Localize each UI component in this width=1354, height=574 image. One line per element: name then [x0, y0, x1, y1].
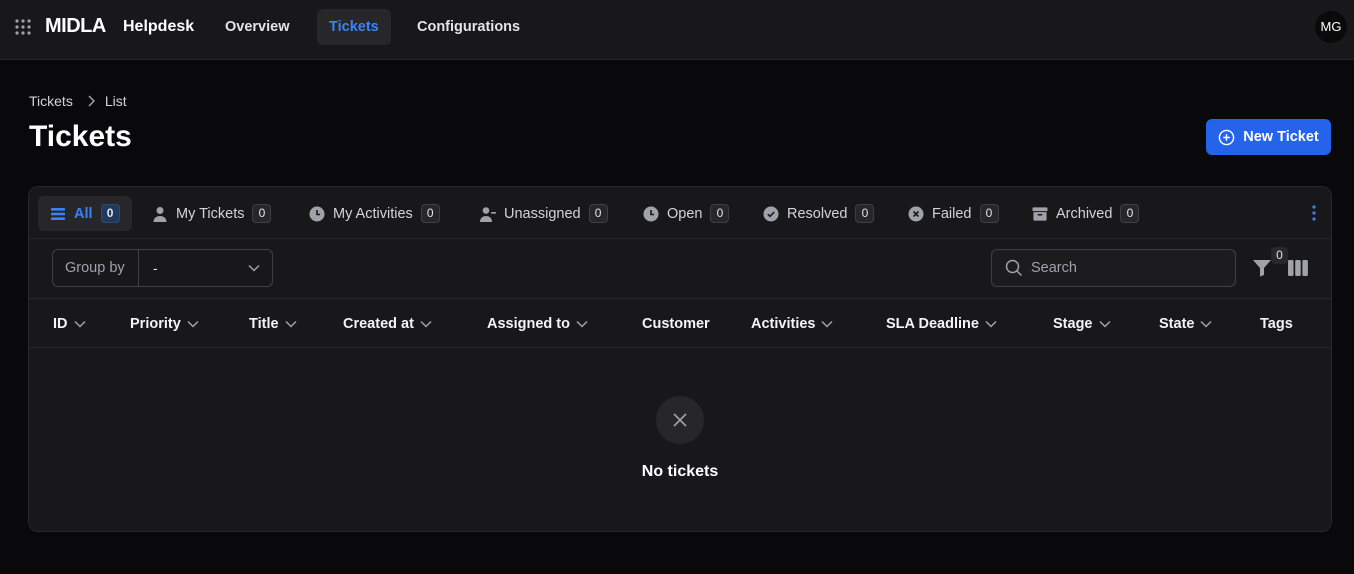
tab-failed[interactable]: Failed 0: [896, 196, 1011, 231]
tab-label: Open: [667, 205, 703, 222]
count-badge: 0: [420, 204, 440, 223]
group-by-label: Group by: [53, 250, 139, 286]
group-by-value: -: [153, 260, 158, 276]
count-badge: 0: [710, 204, 730, 223]
column-header-customer[interactable]: Customer: [642, 299, 710, 348]
brand-logo[interactable]: MIDLA: [45, 15, 106, 38]
search-input[interactable]: [1031, 260, 1221, 276]
chevron-down-icon: [985, 320, 997, 328]
column-label: State: [1159, 315, 1195, 332]
user-minus-icon: [480, 206, 496, 222]
column-header-stage[interactable]: Stage: [1053, 299, 1111, 348]
column-header-activities[interactable]: Activities: [751, 299, 834, 348]
page-title: Tickets: [29, 120, 132, 153]
count-badge: 0: [855, 204, 875, 223]
group-by-select[interactable]: -: [139, 250, 272, 286]
nav-configurations[interactable]: Configurations: [405, 9, 532, 45]
tab-label: Resolved: [787, 205, 848, 222]
chevron-down-icon: [285, 320, 297, 328]
new-ticket-button[interactable]: New Ticket: [1206, 119, 1331, 155]
column-header-created-at[interactable]: Created at: [343, 299, 432, 348]
column-label: Customer: [642, 315, 710, 332]
column-label: Title: [249, 315, 279, 332]
chevron-down-icon: [73, 320, 86, 328]
app-grid-icon[interactable]: [15, 19, 31, 35]
count-badge: 0: [588, 204, 608, 223]
columns-icon[interactable]: [1288, 260, 1308, 276]
chevron-down-icon: [821, 320, 834, 328]
count-badge: 0: [979, 204, 999, 223]
breadcrumb: Tickets List: [29, 93, 127, 109]
column-header-assigned-to[interactable]: Assigned to: [487, 299, 588, 348]
count-badge: 0: [100, 204, 120, 223]
filter-count-badge: 0: [1271, 247, 1288, 264]
tab-my-activities[interactable]: My Activities 0: [297, 196, 452, 231]
top-navigation-bar: MIDLA Helpdesk Overview Tickets Configur…: [0, 0, 1354, 60]
table-header: ID Priority Title Created at Assigned to…: [29, 299, 1331, 348]
empty-state: No tickets: [29, 348, 1331, 531]
clock-icon: [309, 206, 325, 222]
tickets-panel: All 0 My Tickets 0 My Activities 0 Unass…: [28, 186, 1332, 532]
tab-resolved[interactable]: Resolved 0: [751, 196, 886, 231]
column-label: Activities: [751, 315, 816, 332]
check-circle-icon: [763, 206, 779, 222]
breadcrumb-tickets[interactable]: Tickets: [29, 93, 73, 109]
column-header-priority[interactable]: Priority: [130, 299, 199, 348]
count-badge: 0: [252, 204, 272, 223]
search-box: [991, 249, 1236, 287]
chevron-down-icon: [420, 320, 432, 328]
tab-unassigned[interactable]: Unassigned 0: [468, 196, 620, 231]
chevron-right-icon: [87, 95, 95, 107]
column-label: Created at: [343, 315, 414, 332]
filter-icon[interactable]: [1252, 259, 1272, 279]
tab-all[interactable]: All 0: [38, 196, 132, 231]
tab-label: All: [74, 205, 93, 222]
plus-circle-icon: [1218, 129, 1235, 146]
user-icon: [152, 206, 168, 222]
chevron-down-icon: [1098, 320, 1111, 328]
column-header-state[interactable]: State: [1159, 299, 1212, 348]
column-header-id[interactable]: ID: [53, 299, 86, 348]
column-label: Stage: [1053, 315, 1093, 332]
chevron-down-icon: [187, 320, 199, 328]
tab-open[interactable]: Open 0: [631, 196, 741, 231]
chevron-down-icon: [576, 320, 588, 328]
empty-state-message: No tickets: [641, 463, 719, 480]
list-icon: [50, 206, 66, 222]
column-header-sla-deadline[interactable]: SLA Deadline: [886, 299, 997, 348]
archive-icon: [1032, 206, 1048, 222]
tab-label: My Tickets: [176, 205, 245, 222]
chevron-down-icon: [1200, 320, 1212, 328]
column-label: Assigned to: [487, 315, 570, 332]
tab-label: Failed: [932, 205, 972, 222]
tab-archived[interactable]: Archived 0: [1020, 196, 1151, 231]
column-label: SLA Deadline: [886, 315, 979, 332]
view-tabs: All 0 My Tickets 0 My Activities 0 Unass…: [29, 187, 1331, 239]
table-toolbar: Group by - 0: [29, 239, 1331, 299]
new-ticket-label: New Ticket: [1243, 129, 1319, 145]
count-badge: 0: [1120, 204, 1140, 223]
column-label: ID: [53, 315, 68, 332]
column-label: Tags: [1260, 315, 1293, 332]
app-name: Helpdesk: [123, 18, 195, 35]
tab-label: Unassigned: [504, 205, 581, 222]
user-avatar[interactable]: MG: [1315, 11, 1347, 43]
search-icon: [1005, 259, 1023, 277]
chevron-down-icon: [248, 264, 260, 272]
close-icon: [656, 396, 704, 444]
column-label: Priority: [130, 315, 181, 332]
nav-overview[interactable]: Overview: [213, 9, 302, 45]
tab-label: My Activities: [333, 205, 413, 222]
column-header-title[interactable]: Title: [249, 299, 297, 348]
clock-icon: [643, 206, 659, 222]
tab-my-tickets[interactable]: My Tickets 0: [140, 196, 283, 231]
x-circle-icon: [908, 206, 924, 222]
breadcrumb-list: List: [104, 93, 127, 109]
nav-tickets[interactable]: Tickets: [317, 9, 391, 45]
column-header-tags[interactable]: Tags: [1260, 299, 1293, 348]
tab-label: Archived: [1056, 205, 1113, 222]
group-by-control: Group by -: [52, 249, 273, 287]
more-vertical-icon[interactable]: [1306, 204, 1322, 222]
